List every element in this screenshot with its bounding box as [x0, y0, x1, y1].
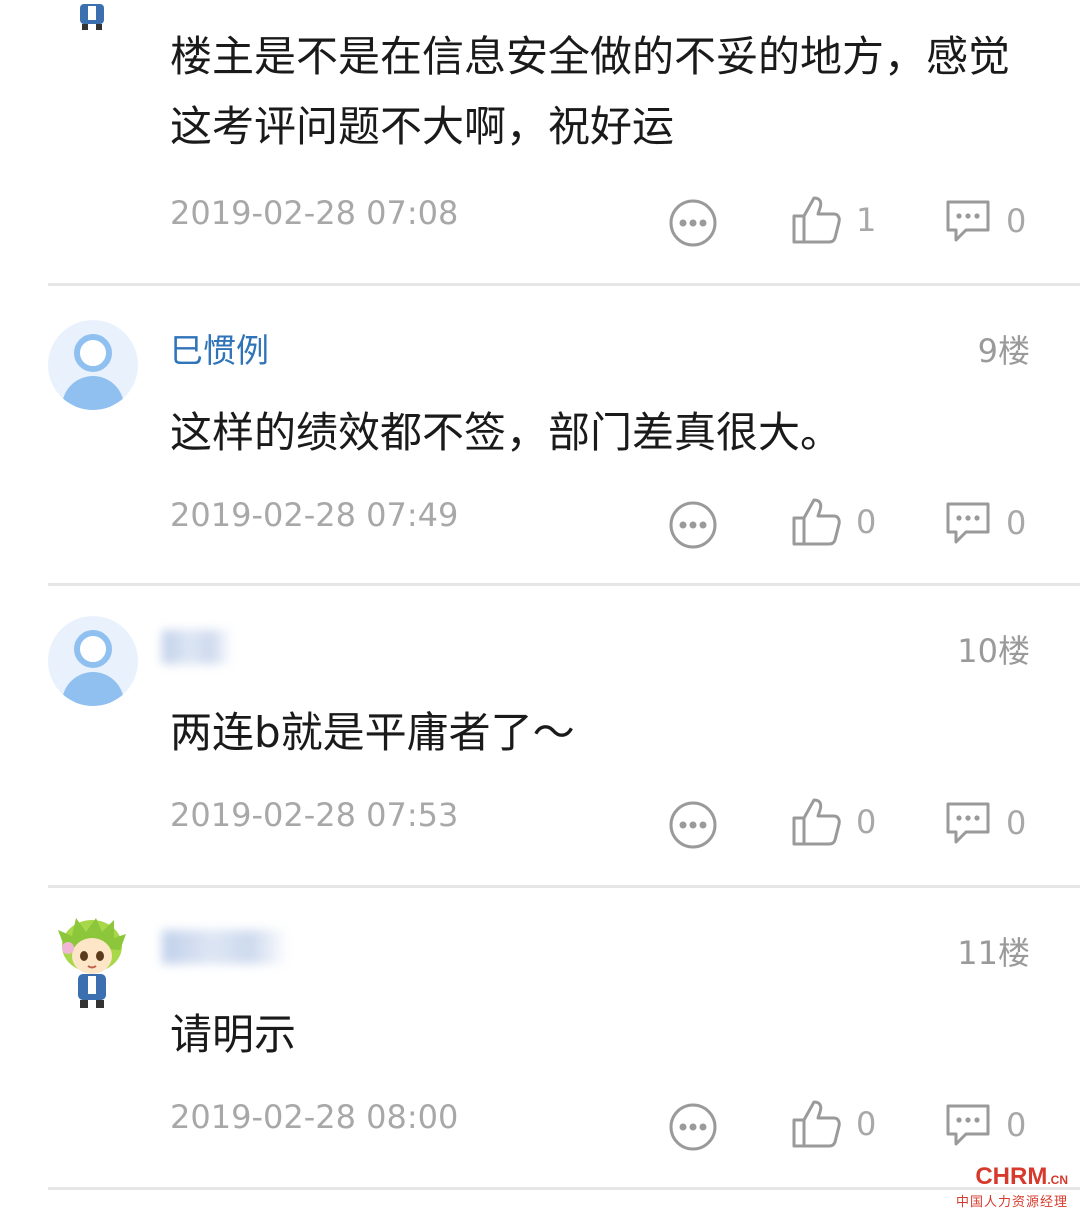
like-button[interactable]: 0	[790, 496, 876, 548]
watermark-logo: CHRM.CN	[975, 1163, 1068, 1190]
user-avatar[interactable]	[56, 916, 128, 1012]
watermark-tagline: 中国人力资源经理	[955, 1195, 1068, 1210]
comment-text: 请明示	[170, 1010, 297, 1059]
comment-icon	[946, 502, 990, 544]
comment-icon	[946, 200, 990, 242]
user-avatar[interactable]	[70, 0, 114, 32]
more-icon	[669, 801, 717, 849]
more-button[interactable]	[668, 1102, 718, 1152]
thumbs-up-icon	[792, 498, 841, 546]
more-icon	[669, 199, 717, 247]
divider	[48, 583, 1080, 586]
username[interactable]: 巳惯例	[170, 324, 269, 372]
username-redacted[interactable]	[162, 630, 232, 664]
comment-text: 两连b就是平庸者了～	[170, 708, 575, 757]
thumbs-up-icon	[792, 798, 841, 846]
reply-button[interactable]: 0	[944, 800, 1026, 846]
divider	[48, 1187, 1080, 1190]
like-button[interactable]: 1	[790, 194, 876, 246]
reply-count: 0	[1006, 1106, 1027, 1144]
comment-timestamp: 2019-02-28 08:00	[170, 1098, 459, 1136]
site-watermark: CHRM.CN 中国人力资源经理	[956, 1163, 1068, 1210]
like-button[interactable]: 0	[790, 796, 876, 848]
floor-number: 10楼	[957, 632, 1030, 670]
comment-text: 这样的绩效都不签，部门差真很大。	[170, 408, 843, 457]
comment-timestamp: 2019-02-28 07:49	[170, 496, 459, 534]
like-count: 0	[856, 503, 877, 541]
comment-timestamp: 2019-02-28 07:08	[170, 194, 459, 232]
reply-count: 0	[1006, 504, 1027, 542]
reply-count: 0	[1006, 804, 1027, 842]
username-redacted[interactable]	[162, 930, 288, 964]
reply-button[interactable]: 0	[944, 198, 1026, 244]
user-avatar[interactable]	[48, 320, 138, 410]
comment-icon	[946, 802, 990, 844]
reply-count: 0	[1006, 202, 1027, 240]
floor-number: 9楼	[977, 332, 1030, 370]
comment-timestamp: 2019-02-28 07:53	[170, 796, 459, 834]
thumbs-up-icon	[792, 196, 841, 244]
like-count: 0	[856, 803, 877, 841]
thumbs-up-icon	[792, 1100, 841, 1148]
divider	[48, 885, 1080, 888]
like-button[interactable]: 0	[790, 1098, 876, 1150]
more-icon	[669, 1103, 717, 1151]
like-count: 1	[856, 201, 877, 239]
comment-thread: 楼主是不是在信息安全做的不妥的地方，感觉这考评问题不大啊，祝好运 2019-02…	[0, 0, 1080, 1220]
reply-button[interactable]: 0	[944, 1102, 1026, 1148]
like-count: 0	[856, 1105, 877, 1143]
user-avatar[interactable]	[48, 616, 138, 706]
more-icon	[669, 501, 717, 549]
divider	[48, 283, 1080, 286]
more-button[interactable]	[668, 500, 718, 550]
more-button[interactable]	[668, 800, 718, 850]
more-button[interactable]	[668, 198, 718, 248]
comment-text: 楼主是不是在信息安全做的不妥的地方，感觉这考评问题不大啊，祝好运	[170, 32, 1011, 151]
reply-button[interactable]: 0	[944, 500, 1026, 546]
floor-number: 11楼	[957, 934, 1030, 972]
comment-icon	[946, 1104, 990, 1146]
